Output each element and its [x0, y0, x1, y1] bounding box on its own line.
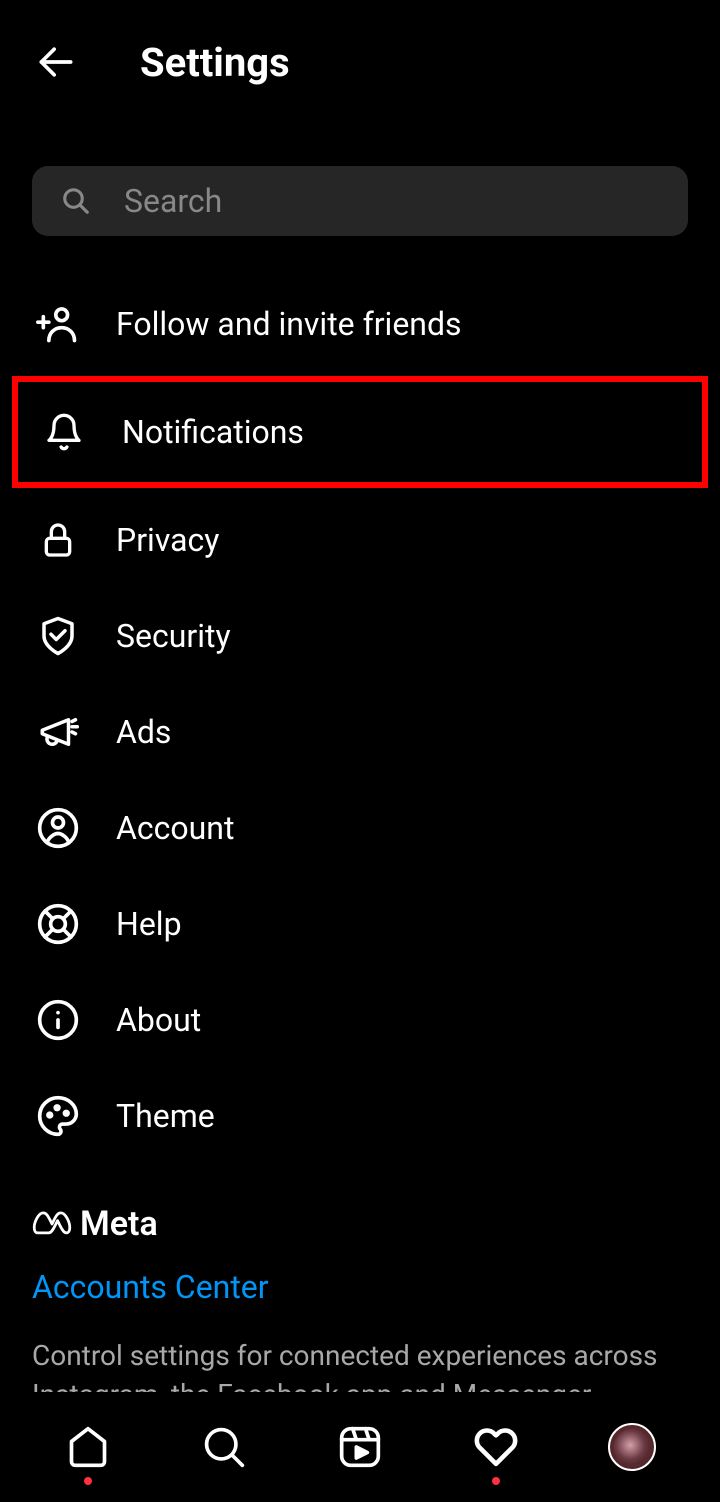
- info-icon: [36, 998, 80, 1042]
- lifebuoy-icon: [36, 902, 80, 946]
- meta-section: Meta Accounts Center Control settings fo…: [0, 1164, 720, 1414]
- notification-dot: [492, 1477, 500, 1485]
- settings-item-about[interactable]: About: [0, 972, 720, 1068]
- settings-item-label: Follow and invite friends: [116, 305, 462, 343]
- person-add-icon: [36, 302, 80, 346]
- settings-item-label: Theme: [116, 1097, 215, 1135]
- profile-avatar: [608, 1423, 656, 1471]
- user-circle-icon: [36, 806, 80, 850]
- settings-item-account[interactable]: Account: [0, 780, 720, 876]
- palette-icon: [36, 1094, 80, 1138]
- settings-item-follow-invite[interactable]: Follow and invite friends: [0, 276, 720, 372]
- nav-profile[interactable]: [608, 1423, 656, 1471]
- settings-item-label: Account: [116, 809, 234, 847]
- nav-home[interactable]: [64, 1423, 112, 1471]
- settings-item-privacy[interactable]: Privacy: [0, 492, 720, 588]
- settings-list: Follow and invite friends Notifications …: [0, 276, 720, 1164]
- settings-item-label: About: [116, 1001, 201, 1039]
- shield-check-icon: [36, 614, 80, 658]
- heart-icon: [474, 1425, 518, 1469]
- reels-icon: [338, 1425, 382, 1469]
- nav-reels[interactable]: [336, 1423, 384, 1471]
- notification-dot: [84, 1477, 92, 1485]
- megaphone-icon: [36, 710, 80, 754]
- bell-icon: [42, 410, 86, 454]
- accounts-center-link[interactable]: Accounts Center: [32, 1268, 269, 1306]
- meta-brand-text: Meta: [80, 1204, 158, 1244]
- back-button[interactable]: [32, 38, 80, 86]
- settings-item-label: Security: [116, 617, 231, 655]
- settings-header: Settings: [0, 0, 720, 106]
- nav-activity[interactable]: [472, 1423, 520, 1471]
- search-input[interactable]: Search: [32, 166, 688, 236]
- bottom-navigation: [0, 1392, 720, 1502]
- search-icon: [60, 185, 92, 217]
- meta-icon: [32, 1210, 72, 1238]
- lock-icon: [36, 518, 80, 562]
- settings-item-label: Notifications: [122, 413, 304, 451]
- settings-item-label: Help: [116, 905, 182, 943]
- settings-item-help[interactable]: Help: [0, 876, 720, 972]
- settings-item-notifications[interactable]: Notifications: [12, 376, 708, 488]
- page-title: Settings: [140, 39, 290, 86]
- settings-item-ads[interactable]: Ads: [0, 684, 720, 780]
- settings-item-label: Privacy: [116, 521, 219, 559]
- home-icon: [66, 1425, 110, 1469]
- settings-item-theme[interactable]: Theme: [0, 1068, 720, 1164]
- search-placeholder: Search: [124, 182, 222, 220]
- search-icon: [202, 1425, 246, 1469]
- search-container: Search: [32, 166, 688, 236]
- settings-item-security[interactable]: Security: [0, 588, 720, 684]
- settings-item-label: Ads: [116, 713, 171, 751]
- nav-search[interactable]: [200, 1423, 248, 1471]
- meta-logo: Meta: [32, 1204, 688, 1244]
